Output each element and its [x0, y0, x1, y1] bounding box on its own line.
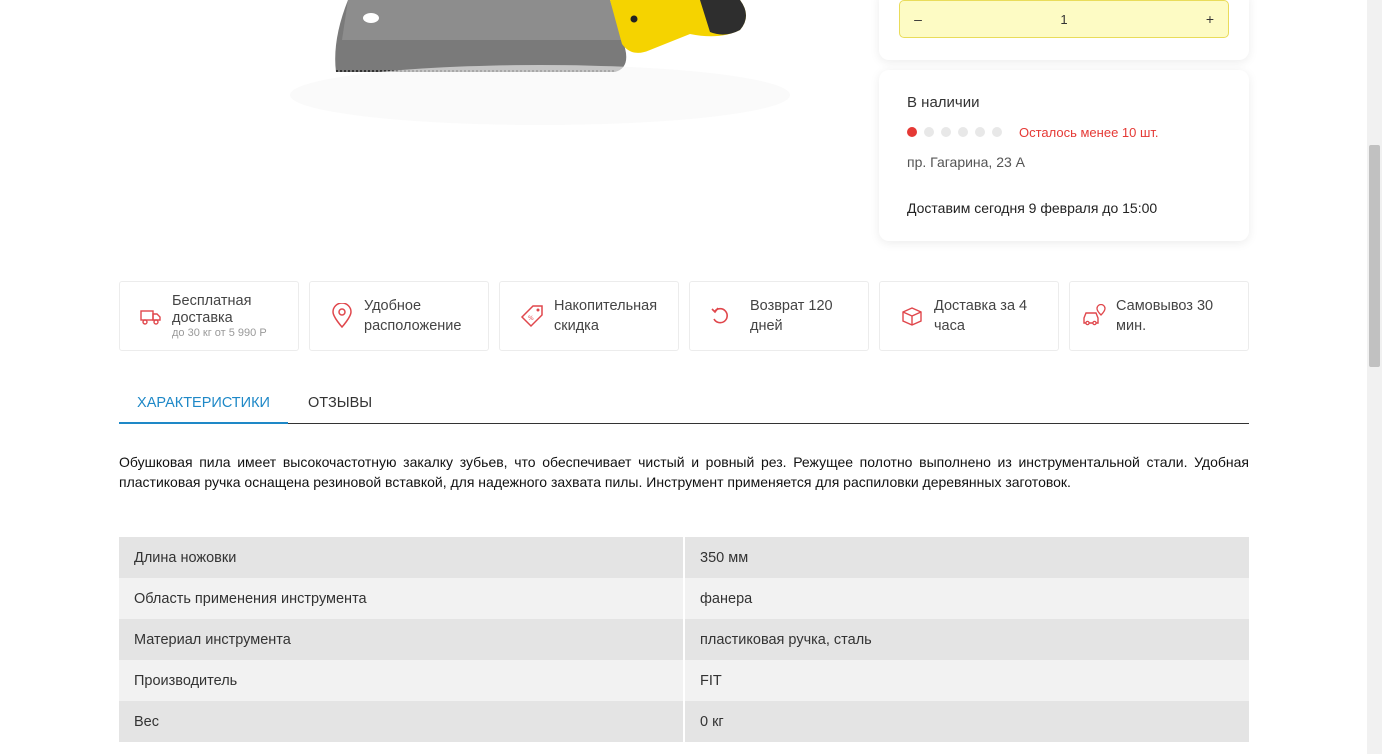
feature-title: Доставка за 4 часа — [934, 298, 1028, 334]
feature-location[interactable]: Удобное расположение — [309, 281, 489, 351]
table-row: Материал инструмента пластиковая ручка, … — [119, 619, 1249, 660]
stock-left-note: Осталось менее 10 шт. — [1019, 125, 1159, 140]
table-row: Область применения инструмента фанера — [119, 578, 1249, 619]
scrollbar-thumb[interactable] — [1369, 145, 1380, 367]
feature-title: Удобное расположение — [364, 298, 462, 334]
feature-pickup[interactable]: Самовывоз 30 мин. — [1069, 281, 1249, 351]
box-icon — [902, 307, 922, 326]
feature-title: Накопительная скидка — [554, 298, 658, 334]
spec-key: Длина ножовки — [119, 537, 685, 578]
table-row: Вес 0 кг — [119, 701, 1249, 742]
spec-key: Вес — [119, 701, 685, 742]
page-scrollbar[interactable] — [1367, 0, 1382, 754]
delivery-info: Доставим сегодня 9 февраля до 15:00 — [907, 200, 1158, 216]
quantity-stepper: – 1 + — [899, 0, 1229, 38]
stock-level-dot — [941, 127, 951, 137]
feature-title: Возврат 120 дней — [750, 298, 833, 334]
car-pin-icon — [1083, 304, 1106, 326]
specs-table: Длина ножовки 350 мм Область применения … — [119, 537, 1249, 742]
feature-free-delivery[interactable]: Бесплатная доставка до 30 кг от 5 990 Р — [119, 281, 299, 351]
product-image — [270, 0, 810, 160]
stock-level-dot — [992, 127, 1002, 137]
svg-text:%: % — [528, 315, 534, 322]
spec-value: 350 мм — [684, 537, 1249, 578]
stock-status: В наличии — [907, 94, 980, 111]
spec-value: FIT — [684, 660, 1249, 701]
decrease-quantity-button[interactable]: – — [900, 11, 936, 27]
location-pin-icon — [332, 303, 352, 329]
spec-key: Производитель — [119, 660, 685, 701]
quantity-input[interactable]: 1 — [936, 12, 1192, 27]
product-tabs: ХАРАКТЕРИСТИКИ ОТЗЫВЫ — [119, 381, 1249, 424]
discount-tag-icon: % — [520, 305, 543, 328]
table-row: Производитель FIT — [119, 660, 1249, 701]
stock-level-dot — [924, 127, 934, 137]
spec-value: 0 кг — [684, 701, 1249, 742]
tab-characteristics[interactable]: ХАРАКТЕРИСТИКИ — [119, 381, 288, 424]
stock-card: В наличии Осталось менее 10 шт. пр. Гага… — [879, 70, 1249, 241]
truck-icon — [140, 310, 161, 325]
table-row: Длина ножовки 350 мм — [119, 537, 1249, 578]
feature-discount[interactable]: % Накопительная скидка — [499, 281, 679, 351]
stock-level-dot — [958, 127, 968, 137]
feature-title: Самовывоз 30 мин. — [1116, 298, 1214, 334]
spec-value: пластиковая ручка, сталь — [684, 619, 1249, 660]
return-icon — [711, 307, 728, 324]
tab-reviews[interactable]: ОТЗЫВЫ — [308, 381, 372, 423]
feature-subtitle: до 30 кг от 5 990 Р — [172, 326, 267, 339]
saw-image — [290, 0, 790, 125]
spec-key: Материал инструмента — [119, 619, 685, 660]
store-address[interactable]: пр. Гагарина, 23 А — [907, 154, 1025, 170]
spec-key: Область применения инструмента — [119, 578, 685, 619]
feature-return[interactable]: Возврат 120 дней — [689, 281, 869, 351]
feature-fast-delivery[interactable]: Доставка за 4 часа — [879, 281, 1059, 351]
spec-value: фанера — [684, 578, 1249, 619]
increase-quantity-button[interactable]: + — [1192, 11, 1228, 27]
features-row: Бесплатная доставка до 30 кг от 5 990 Р … — [119, 281, 1249, 351]
quantity-card: – 1 + — [879, 0, 1249, 60]
feature-title: Бесплатная доставка — [172, 292, 252, 326]
stock-level-dot — [907, 127, 917, 137]
product-description: Обушковая пила имеет высокочастотную зак… — [119, 454, 1249, 490]
stock-level-dot — [975, 127, 985, 137]
stock-level-indicator — [907, 127, 1002, 137]
